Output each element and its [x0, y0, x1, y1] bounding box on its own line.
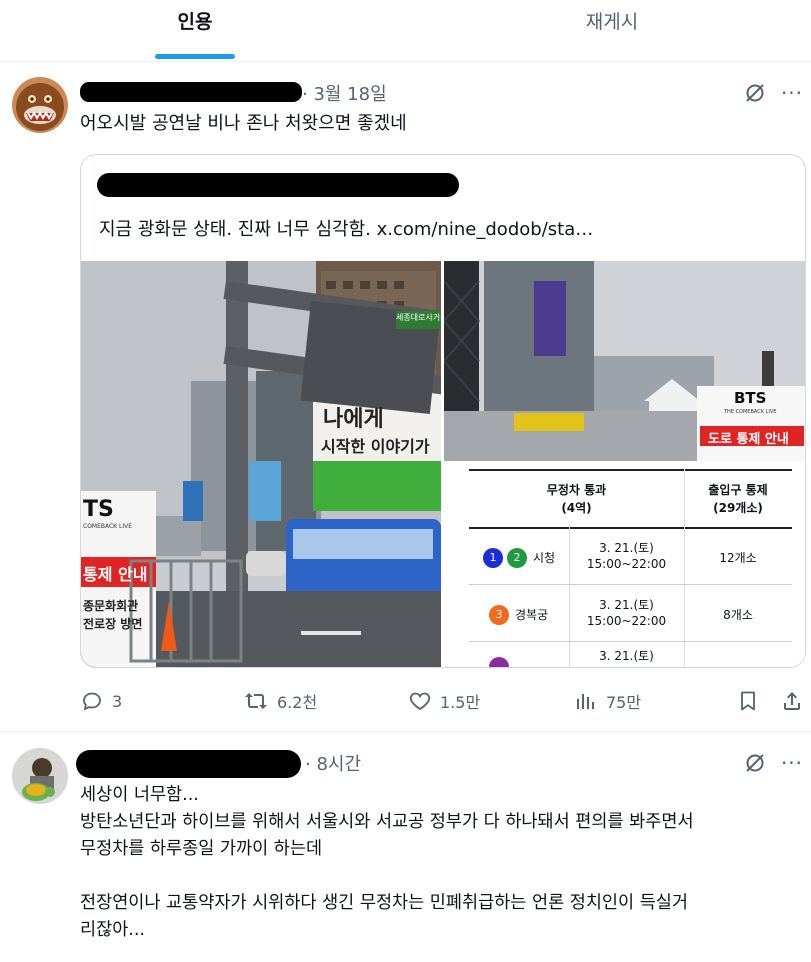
control-date: 3. 21.(토): [599, 598, 654, 612]
table-row: 3 경복궁 3. 21.(토) 15:00~22:00 8개소: [469, 586, 792, 642]
more-options-icon[interactable]: ···: [776, 748, 808, 778]
like-count: 1.5만: [440, 693, 481, 712]
quoted-post-card[interactable]: 지금 광화문 상태. 진짜 너무 심각함. x.com/nine_dodob/s…: [80, 154, 806, 668]
post-timestamp[interactable]: · 8시간: [305, 750, 361, 776]
table-header-stations: 무정차 통과 (4역): [546, 483, 607, 515]
view-count: 75만: [606, 693, 642, 712]
repost-icon: [245, 693, 267, 709]
exit-count: 8개소: [723, 608, 753, 622]
line-badge-icon: 3: [489, 605, 509, 625]
table-header-exits: 출입구 통제 (29개소): [708, 483, 768, 515]
reply-icon: [83, 692, 101, 711]
quoted-image-street[interactable]: 세종대로사거리 나에게 시작한 이야기가 TS COMEBACK LIVE 통제…: [81, 261, 441, 667]
avatar[interactable]: [12, 748, 68, 804]
post-body: 세상이 너무함... 방탄소년단과 하이브를 위해서 서울시와 서교공 정부가 …: [80, 785, 694, 940]
grok-icon[interactable]: [740, 78, 770, 108]
post-timestamp[interactable]: · 3월 18일: [302, 80, 387, 106]
reply-button[interactable]: 3: [80, 684, 122, 718]
station-name: 경복궁: [515, 608, 549, 622]
share-button[interactable]: [780, 684, 804, 718]
banner-notice-left: 통제 안내: [83, 565, 148, 584]
views-chart-icon: [577, 694, 594, 709]
banner-brand-left: TS: [83, 497, 114, 522]
table-row: 1 2 시청 3. 21.(토) 15:00~22:00 12개소: [469, 529, 792, 585]
repost-count: 6.2천: [277, 693, 318, 712]
table-row: 3. 21.(토): [469, 643, 792, 667]
grok-icon[interactable]: [740, 748, 770, 778]
views-button[interactable]: 75만: [574, 684, 641, 718]
line-badge-icon: [489, 657, 509, 667]
banner-sub-left: COMEBACK LIVE: [83, 523, 133, 530]
station-name: 시청: [533, 551, 556, 565]
share-icon: [784, 692, 800, 710]
bookmark-icon: [741, 691, 755, 711]
quoted-image-stage[interactable]: BTS THE COMEBACK LIVE 도로 통제 안내: [444, 261, 805, 461]
quoted-image-table[interactable]: 무정차 통과 (4역) 출입구 통제 (29개소) 1 2 시청 3. 21.(…: [444, 461, 805, 667]
billboard-text-2: 시작한 이야기가: [321, 437, 430, 456]
control-time: 15:00~22:00: [586, 614, 667, 628]
control-date: 3. 21.(토): [599, 649, 654, 663]
control-time: 15:00~22:00: [586, 557, 667, 571]
redacted-author-name: [76, 750, 301, 778]
banner-brand-right: BTS: [734, 389, 767, 407]
banner-line1-left: 종문화회관: [83, 599, 139, 613]
avatar[interactable]: [12, 77, 68, 133]
post-action-bar: 3 6.2천 1.5만 75만: [80, 684, 810, 718]
active-tab-indicator: [155, 54, 235, 59]
post-body: 어오시발 공연날 비나 존나 처왓으면 좋겠네: [80, 113, 407, 134]
line-badge-icon: 1: [483, 548, 503, 568]
banner-line2-left: 전로장 방면: [83, 617, 143, 631]
reply-count: 3: [112, 691, 123, 711]
banner-notice-right: 도로 통제 안내: [708, 432, 789, 447]
bookmark-button[interactable]: [736, 684, 760, 718]
more-options-icon[interactable]: ···: [776, 78, 808, 108]
station-control-table: 무정차 통과 (4역) 출입구 통제 (29개소) 1 2 시청 3. 21.(…: [469, 469, 792, 667]
exit-count: 12개소: [719, 551, 757, 565]
banner-sub-right: THE COMEBACK LIVE: [724, 409, 777, 415]
like-button[interactable]: 1.5만: [408, 684, 480, 718]
street-sign-text: 세종대로사거리: [396, 313, 441, 322]
billboard-text-1: 나에게: [323, 407, 384, 432]
tab-quotes[interactable]: 인용: [155, 0, 235, 62]
repost-button[interactable]: 6.2천: [243, 684, 317, 718]
quoted-post-text: 지금 광화문 상태. 진짜 너무 심각함. x.com/nine_dodob/s…: [99, 219, 594, 240]
redacted-author-name: [80, 82, 302, 102]
quoted-author-redaction: [97, 173, 459, 197]
tab-reposts[interactable]: 재게시: [572, 0, 652, 62]
post-divider: [0, 731, 811, 732]
control-date: 3. 21.(토): [599, 541, 654, 555]
tab-bar: 인용 재게시: [0, 0, 811, 62]
heart-icon: [409, 692, 431, 711]
line-badge-icon: 2: [507, 548, 527, 568]
